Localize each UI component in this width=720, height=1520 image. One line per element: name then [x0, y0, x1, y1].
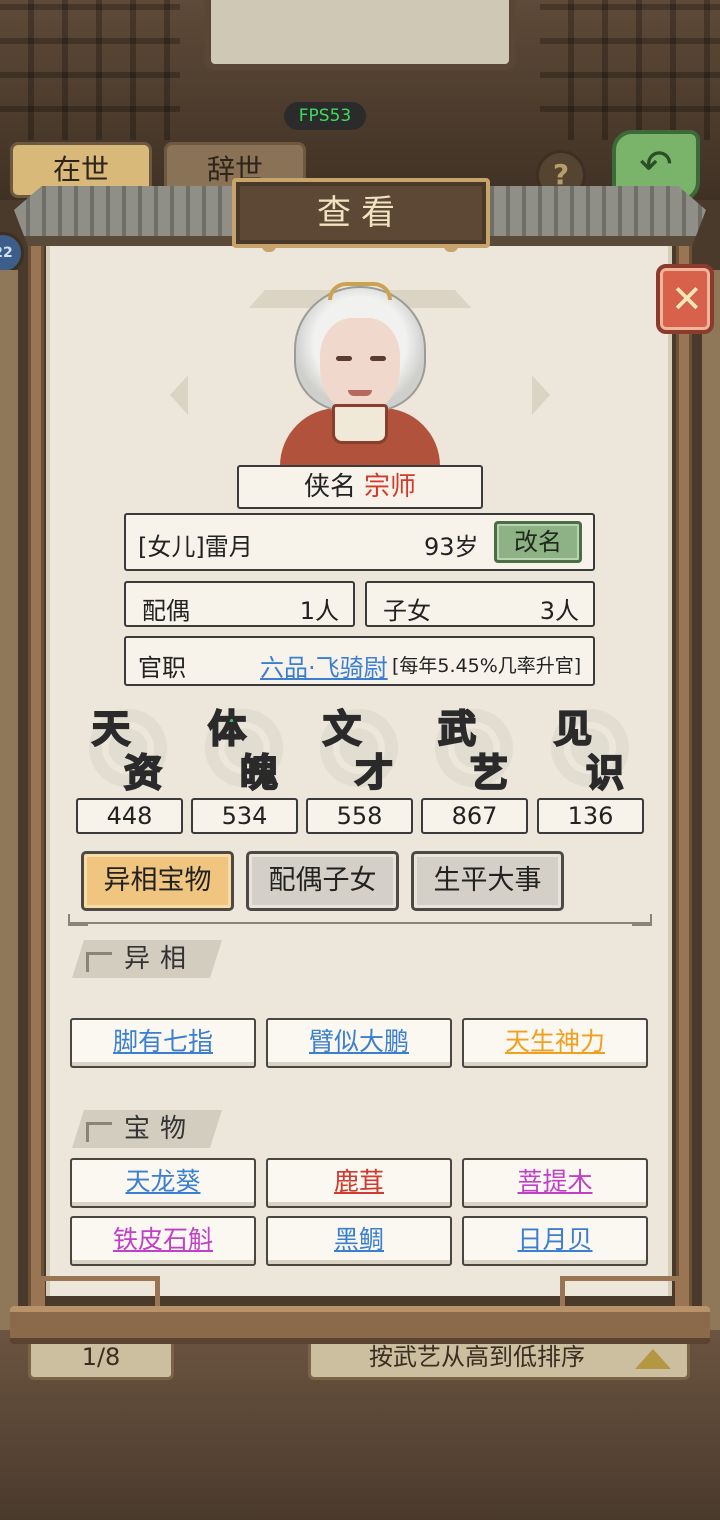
promotion-rate: [每年5.45%几率升官] [392, 655, 582, 677]
hero-name-box: 侠名 宗师 [237, 465, 483, 509]
treasures-title: 宝物 [124, 1114, 197, 1144]
side-column-right [702, 270, 720, 1330]
attribute-char: 艺 [469, 749, 509, 796]
portrait-collar [332, 404, 388, 444]
pillar-left [28, 246, 44, 1316]
attribute-char: 才 [354, 749, 394, 796]
rail-lattice-right [560, 1276, 680, 1310]
attribute-literary: 文 才 [309, 696, 409, 796]
attribute-char: 识 [585, 749, 625, 796]
portrait-eye [370, 356, 386, 361]
close-x-icon: ✕ [671, 277, 703, 321]
hero-name-label: 侠名 [303, 472, 356, 502]
treasure-item[interactable]: 黑鲷 [266, 1216, 452, 1266]
attribute-value: 534 [191, 798, 298, 834]
treasure-item[interactable]: 天龙葵 [70, 1158, 256, 1208]
children-row: 子女 3人 [365, 581, 595, 627]
portrait-eye [336, 356, 352, 361]
triangle-up-icon [635, 1349, 671, 1369]
attribute-martial: 武 艺 [424, 696, 524, 796]
treasure-item[interactable]: 铁皮石斛 [70, 1216, 256, 1266]
painting-frame [205, 0, 515, 70]
treasure-item[interactable]: 日月贝 [462, 1216, 648, 1266]
fret-pattern-icon [86, 952, 112, 972]
attribute-knowledge: 见 识 [540, 696, 640, 796]
side-badge: 22 [0, 232, 24, 274]
character-portrait [280, 280, 440, 466]
section-title-traits: 异相 [72, 940, 222, 978]
tab-spouse-children[interactable]: 配偶子女 [246, 851, 399, 911]
spouse-row: 配偶 1人 [124, 581, 355, 627]
dialog-title: 查看 [232, 178, 490, 248]
spouse-count: 1人 [299, 597, 339, 625]
attribute-physique: 体 魄 [194, 696, 294, 796]
office-row: 官职 六品·飞骑尉 [每年5.45%几率升官] [124, 636, 595, 686]
children-count: 3人 [539, 597, 579, 625]
portrait-hairband [328, 282, 392, 300]
attribute-value: 867 [421, 798, 528, 834]
office-label: 官职 [138, 654, 186, 682]
side-column-left [0, 270, 18, 1330]
trait-item[interactable]: 脚有七指 [70, 1018, 256, 1068]
close-button[interactable]: ✕ [656, 264, 714, 334]
attribute-char: 魄 [239, 749, 279, 796]
fret-pattern-icon [86, 1122, 112, 1142]
section-divider [68, 914, 652, 932]
attribute-value: 448 [76, 798, 183, 834]
name-row: [女儿]雷月 93岁 改名 [124, 513, 595, 571]
lattice-window-left [0, 0, 180, 140]
section-title-treasures: 宝物 [72, 1110, 222, 1148]
lattice-window-right [540, 0, 720, 140]
portrait-mouth [348, 390, 372, 396]
spouse-label: 配偶 [142, 597, 190, 625]
tab-traits-treasures[interactable]: 异相宝物 [81, 851, 234, 911]
portrait-face [320, 318, 400, 414]
dialog-bottom-rail [10, 1306, 710, 1344]
rename-button[interactable]: 改名 [494, 521, 582, 563]
sort-label: 按武艺从高到低排序 [369, 1343, 585, 1371]
character-age: 93岁 [424, 533, 479, 561]
attribute-value: 136 [537, 798, 644, 834]
treasure-item[interactable]: 菩提木 [462, 1158, 648, 1208]
office-rank-link[interactable]: 六品·飞骑尉 [260, 648, 388, 683]
tab-life-events[interactable]: 生平大事 [411, 851, 564, 911]
fps-counter: FPS53 [284, 102, 366, 130]
traits-title: 异相 [124, 944, 197, 974]
attribute-value: 558 [306, 798, 413, 834]
hero-title: 宗师 [364, 472, 417, 502]
trait-item[interactable]: 天生神力 [462, 1018, 648, 1068]
attribute-talent: 天 资 [78, 696, 178, 796]
children-label: 子女 [383, 597, 431, 625]
character-name: [女儿]雷月 [138, 533, 253, 561]
rail-lattice-left [40, 1276, 160, 1310]
attribute-char: 资 [123, 749, 163, 796]
trait-item[interactable]: 臂似大鹏 [266, 1018, 452, 1068]
treasure-item[interactable]: 鹿茸 [266, 1158, 452, 1208]
pillar-right [676, 246, 692, 1316]
